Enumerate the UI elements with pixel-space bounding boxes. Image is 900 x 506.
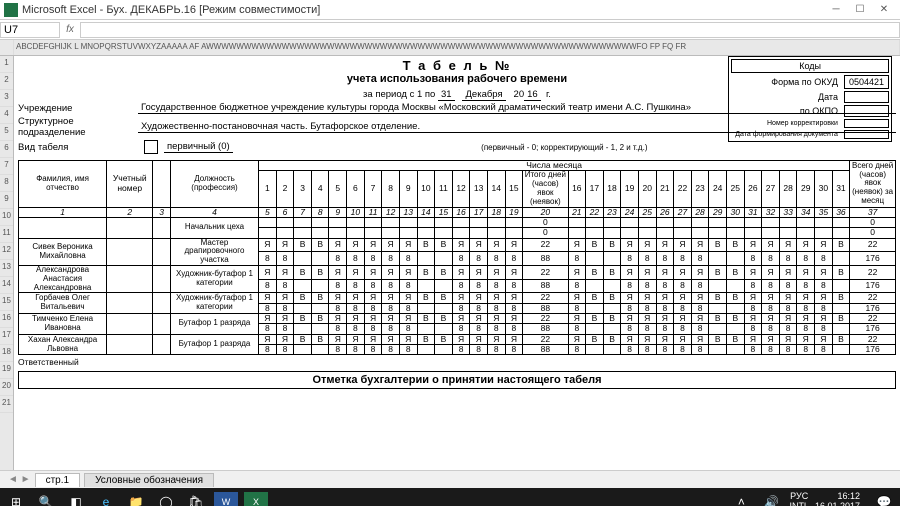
tray-up-icon[interactable]: ˄ (729, 492, 753, 506)
store-icon[interactable]: 🛍 (184, 492, 208, 506)
minimize-button[interactable]: ─ (824, 1, 848, 19)
maximize-button[interactable]: ☐ (848, 1, 872, 19)
fx-icon[interactable]: fx (60, 24, 80, 35)
meta-kind: Вид табеля первичный (0) (первичный - 0;… (18, 140, 896, 154)
name-box[interactable] (0, 22, 60, 38)
search-icon[interactable]: 🔍 (34, 492, 58, 506)
sheet-tabs: ◄ ► стр.1 Условные обозначения (0, 470, 900, 488)
row-headers[interactable]: 123456789101112131415161718192021 (0, 56, 14, 470)
clock[interactable]: 16:1216.01.2017 (815, 492, 860, 506)
window-titlebar: Microsoft Excel - Бух. ДЕКАБРЬ.16 [Режим… (0, 0, 900, 20)
codes-box: Коды Форма по ОКУД0504421 Дата по ОКПО Н… (728, 56, 892, 142)
sheet-content[interactable]: Коды Форма по ОКУД0504421 Дата по ОКПО Н… (14, 56, 900, 470)
edge-icon[interactable]: e (94, 492, 118, 506)
accounting-note: Отметка бухгалтерии о принятии настоящег… (18, 371, 896, 389)
formula-bar[interactable] (80, 22, 900, 38)
responsible-label: Ответственный (18, 357, 896, 367)
column-headers[interactable]: ABCDEFGHIJK L MNOPQRSTUVWXYZAAAAA AF AWW… (0, 40, 900, 56)
chrome-icon[interactable]: ◯ (154, 492, 178, 506)
start-button[interactable]: ⊞ (4, 492, 28, 506)
volume-icon[interactable]: 🔊 (759, 492, 783, 506)
excel-taskbar-icon[interactable]: X (244, 492, 268, 506)
timesheet-grid[interactable]: Фамилия, имя отчествоУчетный номерДолжно… (18, 160, 896, 355)
taskview-icon[interactable]: ◧ (64, 492, 88, 506)
taskbar: ⊞ 🔍 ◧ e 📁 ◯ 🛍 W X ˄ 🔊 РУСINTL 16:1216.01… (0, 488, 900, 506)
word-icon[interactable]: W (214, 492, 238, 506)
explorer-icon[interactable]: 📁 (124, 492, 148, 506)
formula-bar-row: fx (0, 20, 900, 40)
tab-legend[interactable]: Условные обозначения (84, 473, 214, 487)
excel-icon (4, 3, 18, 17)
window-title: Microsoft Excel - Бух. ДЕКАБРЬ.16 [Режим… (22, 4, 824, 16)
close-button[interactable]: ✕ (872, 1, 896, 19)
worksheet[interactable]: 123456789101112131415161718192021 Коды Ф… (0, 56, 900, 470)
language-indicator[interactable]: РУСINTL (789, 492, 809, 506)
notifications-icon[interactable]: 💬 (872, 492, 896, 506)
tab-page1[interactable]: стр.1 (35, 473, 80, 487)
